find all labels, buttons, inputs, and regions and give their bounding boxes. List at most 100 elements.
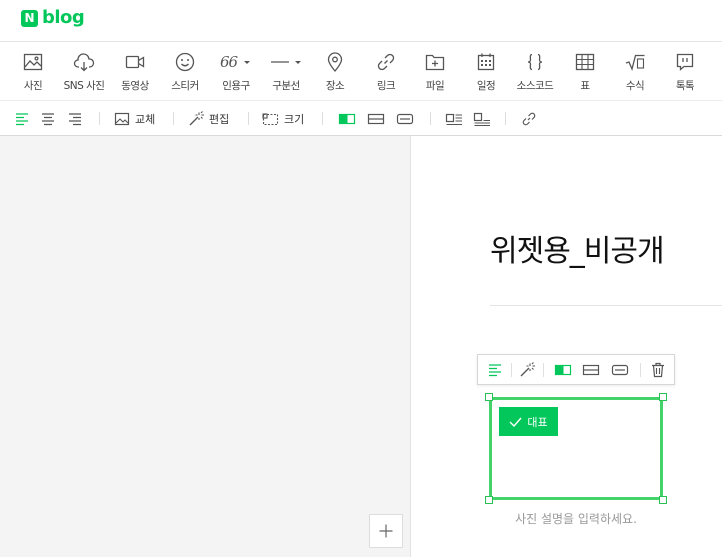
trash-icon bbox=[652, 362, 664, 378]
toolbar-quote-button[interactable]: 66 인용구 bbox=[211, 51, 261, 93]
toolbar-sourcecode-button[interactable]: 소스코드 bbox=[510, 51, 560, 93]
toolbar-separator bbox=[430, 112, 431, 125]
toolbar-link-button[interactable]: 링크 bbox=[361, 51, 411, 93]
document-title[interactable]: 위젯용_비공개 bbox=[490, 226, 665, 270]
toolbar-schedule-label: 일정 bbox=[476, 80, 496, 92]
chevron-down-icon bbox=[294, 61, 301, 64]
resize-icon bbox=[262, 112, 279, 125]
image-icon bbox=[114, 112, 130, 125]
representative-photo-badge[interactable]: 대표 bbox=[499, 407, 558, 436]
toolbar-separator bbox=[511, 363, 512, 377]
editor-header: N blog bbox=[0, 0, 722, 42]
magic-wand-icon bbox=[189, 110, 204, 125]
toolbar-place-label: 장소 bbox=[325, 80, 345, 92]
cloud-download-icon bbox=[73, 53, 95, 72]
float-right-button[interactable] bbox=[473, 110, 491, 127]
toolbar-separator bbox=[322, 112, 323, 125]
layout-full-button[interactable] bbox=[367, 110, 385, 127]
layout-left-icon bbox=[338, 113, 356, 124]
replace-image-button[interactable]: 교체 bbox=[114, 110, 155, 127]
resize-handle[interactable] bbox=[659, 393, 667, 401]
chevron-down-icon bbox=[244, 61, 251, 64]
curly-braces-icon bbox=[527, 53, 543, 71]
toolbar-formula-button[interactable]: 수식 bbox=[610, 51, 660, 93]
toolbar-file-button[interactable]: 파일 bbox=[410, 51, 460, 93]
toolbar-divider-label: 구분선 bbox=[272, 80, 300, 92]
toolbar-sticker-button[interactable]: 스티커 bbox=[160, 51, 210, 93]
replace-label: 교체 bbox=[135, 112, 156, 126]
float-layout-left-button[interactable] bbox=[553, 362, 572, 378]
toolbar-table-label: 표 bbox=[580, 80, 590, 92]
text-wrap-right-icon bbox=[473, 112, 490, 126]
toolbar-separator bbox=[543, 363, 544, 377]
toolbar-place-button[interactable]: 장소 bbox=[310, 51, 360, 93]
link-icon bbox=[522, 112, 536, 125]
logo-mark: N bbox=[21, 9, 38, 27]
align-left-icon bbox=[16, 112, 28, 125]
image-format-toolbar: 교체 편집 크기 bbox=[0, 101, 722, 136]
align-left-button[interactable] bbox=[14, 110, 30, 127]
add-component-button[interactable] bbox=[369, 514, 403, 548]
toolbar-divider-button[interactable]: 구분선 bbox=[261, 51, 311, 93]
toolbar-link-label: 링크 bbox=[376, 80, 396, 92]
float-align-button[interactable] bbox=[486, 362, 504, 378]
divider-line-icon bbox=[270, 61, 289, 63]
float-layout-wide-button[interactable] bbox=[610, 362, 629, 378]
smiley-icon bbox=[175, 52, 195, 72]
layout-left-icon bbox=[554, 364, 571, 376]
resize-image-button[interactable]: 크기 bbox=[262, 110, 304, 127]
link-icon bbox=[377, 53, 395, 71]
toolbar-sticker-label: 스티커 bbox=[171, 80, 199, 92]
naver-blog-logo[interactable]: N blog bbox=[21, 7, 85, 28]
insert-toolbar: 사진 SNS 사진 동영상 스티커 66 인용구 구분선 장소 링크 파일 일정… bbox=[0, 42, 722, 101]
chat-bubble-icon bbox=[676, 53, 694, 71]
align-left-icon bbox=[489, 364, 501, 377]
align-center-icon bbox=[42, 112, 54, 125]
toolbar-talktalk-label: 톡톡 bbox=[675, 80, 695, 92]
float-layout-full-button[interactable] bbox=[581, 362, 600, 378]
toolbar-video-label: 동영상 bbox=[121, 80, 149, 92]
logo-text: blog bbox=[42, 7, 85, 28]
toolbar-sns-photo-button[interactable]: SNS 사진 bbox=[59, 51, 109, 93]
toolbar-separator bbox=[173, 112, 174, 125]
toolbar-schedule-button[interactable]: 일정 bbox=[461, 51, 511, 93]
resize-handle[interactable] bbox=[659, 496, 667, 504]
text-wrap-left-icon bbox=[445, 113, 462, 125]
square-root-icon bbox=[625, 54, 645, 72]
image-caption-input[interactable]: 사진 설명을 입력하세요. bbox=[489, 510, 663, 527]
photo-icon bbox=[23, 53, 43, 71]
image-floating-toolbar bbox=[477, 354, 675, 385]
size-label: 크기 bbox=[284, 112, 305, 126]
magic-wand-icon bbox=[520, 362, 535, 377]
layout-full-icon bbox=[582, 364, 599, 376]
toolbar-file-label: 파일 bbox=[425, 80, 445, 92]
calendar-icon bbox=[477, 53, 495, 71]
resize-handle[interactable] bbox=[485, 393, 493, 401]
toolbar-photo-button[interactable]: 사진 bbox=[8, 51, 58, 93]
float-edit-button[interactable] bbox=[518, 362, 536, 378]
folder-plus-icon bbox=[425, 54, 445, 71]
align-center-button[interactable] bbox=[40, 110, 56, 127]
layout-wide-icon bbox=[396, 113, 414, 124]
layout-wide-button[interactable] bbox=[396, 110, 414, 127]
table-icon bbox=[575, 53, 595, 71]
align-right-button[interactable] bbox=[67, 110, 83, 127]
toolbar-separator bbox=[640, 363, 641, 377]
edit-image-button[interactable]: 편집 bbox=[188, 110, 229, 127]
align-right-icon bbox=[69, 112, 81, 125]
layout-inline-left-button[interactable] bbox=[338, 110, 356, 127]
left-side-panel bbox=[0, 136, 411, 557]
toolbar-video-button[interactable]: 동영상 bbox=[110, 51, 160, 93]
quote-icon: 66 bbox=[219, 53, 238, 71]
toolbar-talktalk-button[interactable]: 톡톡 bbox=[660, 51, 710, 93]
image-link-button[interactable] bbox=[521, 110, 537, 127]
float-left-button[interactable] bbox=[445, 110, 463, 127]
edit-label: 편집 bbox=[209, 112, 230, 126]
toolbar-table-button[interactable]: 표 bbox=[560, 51, 610, 93]
toolbar-separator bbox=[248, 112, 249, 125]
float-delete-button[interactable] bbox=[650, 362, 666, 378]
representative-label: 대표 bbox=[527, 415, 548, 429]
resize-handle[interactable] bbox=[485, 496, 493, 504]
video-camera-icon bbox=[125, 55, 145, 69]
map-pin-icon bbox=[327, 52, 343, 73]
